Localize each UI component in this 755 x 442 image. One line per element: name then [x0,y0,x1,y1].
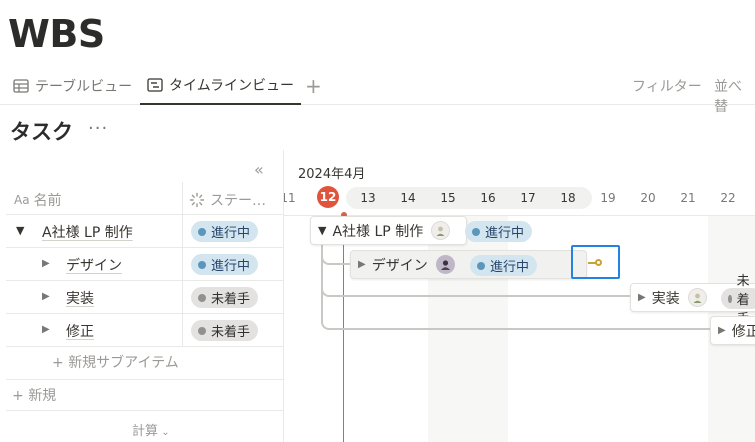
name-column-header[interactable]: Aa 名前 [14,190,62,210]
row-name[interactable]: 修正 [66,321,94,341]
card-title: デザイン [371,257,428,274]
day-label: 22 [720,191,736,205]
day-label: 20 [640,191,656,205]
day-label: 17 [520,191,536,205]
avatar [687,288,707,307]
expand-right-icon[interactable]: ▶ [42,258,50,269]
new-sub-item-button[interactable]: + 新規サブアイテム [52,352,179,372]
table-header: Aa 名前 ステー… [6,182,283,215]
new-item-label: 新規 [28,388,57,404]
page-title: WBS [8,12,105,56]
new-sub-item-label: 新規サブアイテム [68,355,179,371]
status-column-header[interactable]: ステー… [189,190,266,210]
avatar [431,221,451,240]
text-property-icon: Aa [14,193,30,207]
sort-button[interactable]: 並べ替 [714,76,755,116]
expand-right-icon[interactable]: ▶ [42,291,50,302]
calculate-label: 計算 [132,424,159,439]
card-title: 実装 [651,290,680,307]
status-badge[interactable]: 未着手 [191,320,259,341]
timeline-card[interactable]: ▶ 修正 [710,316,755,345]
more-options-button[interactable]: ··· [88,118,108,139]
status-header-label: ステー… [210,193,266,209]
tab-label: テーブルビュー [35,78,133,95]
tab-timeline-view[interactable]: タイムラインビュー [140,66,302,105]
filter-button[interactable]: フィルター [632,76,702,96]
day-label: 13 [360,191,376,205]
dependency-handle-icon[interactable] [595,259,602,266]
expand-right-icon[interactable]: ▶ [718,325,726,336]
timeline-card[interactable]: ▼ A社様 LP 制作 [310,216,467,245]
table-row[interactable]: ▼ A社様 LP 制作 進行中 [6,215,283,248]
table-row[interactable]: ▶ 修正 未着手 [6,314,283,347]
expand-down-icon[interactable]: ▼ [16,224,24,237]
plus-icon: + [12,388,29,404]
divider [6,379,283,380]
calculate-button[interactable]: 計算 ⌄ [132,420,170,439]
divider [6,410,283,411]
status-label: 進行中 [485,226,525,241]
status-badge[interactable]: 進行中 [465,221,533,242]
status-label: 未着手 [211,292,251,307]
row-name[interactable]: 実装 [66,288,94,308]
day-label: 14 [400,191,416,205]
table-icon [13,78,29,93]
day-label: 15 [440,191,456,205]
status-dot [198,260,206,269]
card-title: 修正 [731,323,755,340]
status-spinner-icon [189,192,205,208]
card-title: A社様 LP 制作 [332,223,424,240]
status-label: 進行中 [490,260,530,275]
expand-right-icon[interactable]: ▶ [358,259,366,270]
timeline-panel: 2024年4月 11 12 13 14 15 16 17 18 19 20 21… [284,150,755,442]
view-tabs: テーブルビュー タイムラインビュー + フィルター 並べ替 [0,66,755,115]
row-name[interactable]: デザイン [66,255,122,275]
day-label: 11 [284,191,296,205]
status-label: 未着手 [211,325,251,340]
expand-down-icon[interactable]: ▼ [318,224,326,237]
month-label: 2024年4月 [298,167,366,182]
status-label: 進行中 [211,259,251,274]
status-label: 進行中 [211,226,251,241]
status-dot [477,261,485,270]
timeline-card[interactable]: ▶ デザイン [350,250,587,279]
status-dot [198,227,206,236]
status-dot [198,326,206,335]
status-dot [472,227,480,236]
day-label: 21 [680,191,696,205]
table-row[interactable]: ▶ デザイン 進行中 [6,248,283,281]
row-name[interactable]: A社様 LP 制作 [42,222,133,242]
collapse-table-button[interactable]: « [254,160,264,179]
status-badge[interactable]: 進行中 [191,221,259,242]
status-badge[interactable]: 進行中 [470,255,538,276]
day-label: 19 [600,191,616,205]
timeline-icon [147,77,163,92]
new-item-button[interactable]: + 新規 [12,385,56,405]
table-row[interactable]: ▶ 実装 未着手 [6,281,283,314]
expand-right-icon[interactable]: ▶ [42,324,50,335]
day-label: 18 [560,191,576,205]
today-marker: 12 [317,186,339,208]
expand-right-icon[interactable]: ▶ [638,292,646,303]
tab-label: タイムラインビュー [169,77,295,94]
database-title[interactable]: タスク [10,116,73,146]
status-badge[interactable]: 進行中 [191,254,259,275]
status-dot [728,294,732,303]
status-dot [198,293,206,302]
avatar [435,255,455,274]
chevron-down-icon: ⌄ [158,427,170,438]
plus-icon: + [52,355,69,371]
status-badge[interactable]: 未着手 [191,287,259,308]
status-badge[interactable]: 未着手 [721,274,755,327]
day-label: 16 [480,191,496,205]
add-view-button[interactable]: + [305,74,322,98]
tab-table-view[interactable]: テーブルビュー [13,66,132,105]
name-header-label: 名前 [33,193,62,209]
